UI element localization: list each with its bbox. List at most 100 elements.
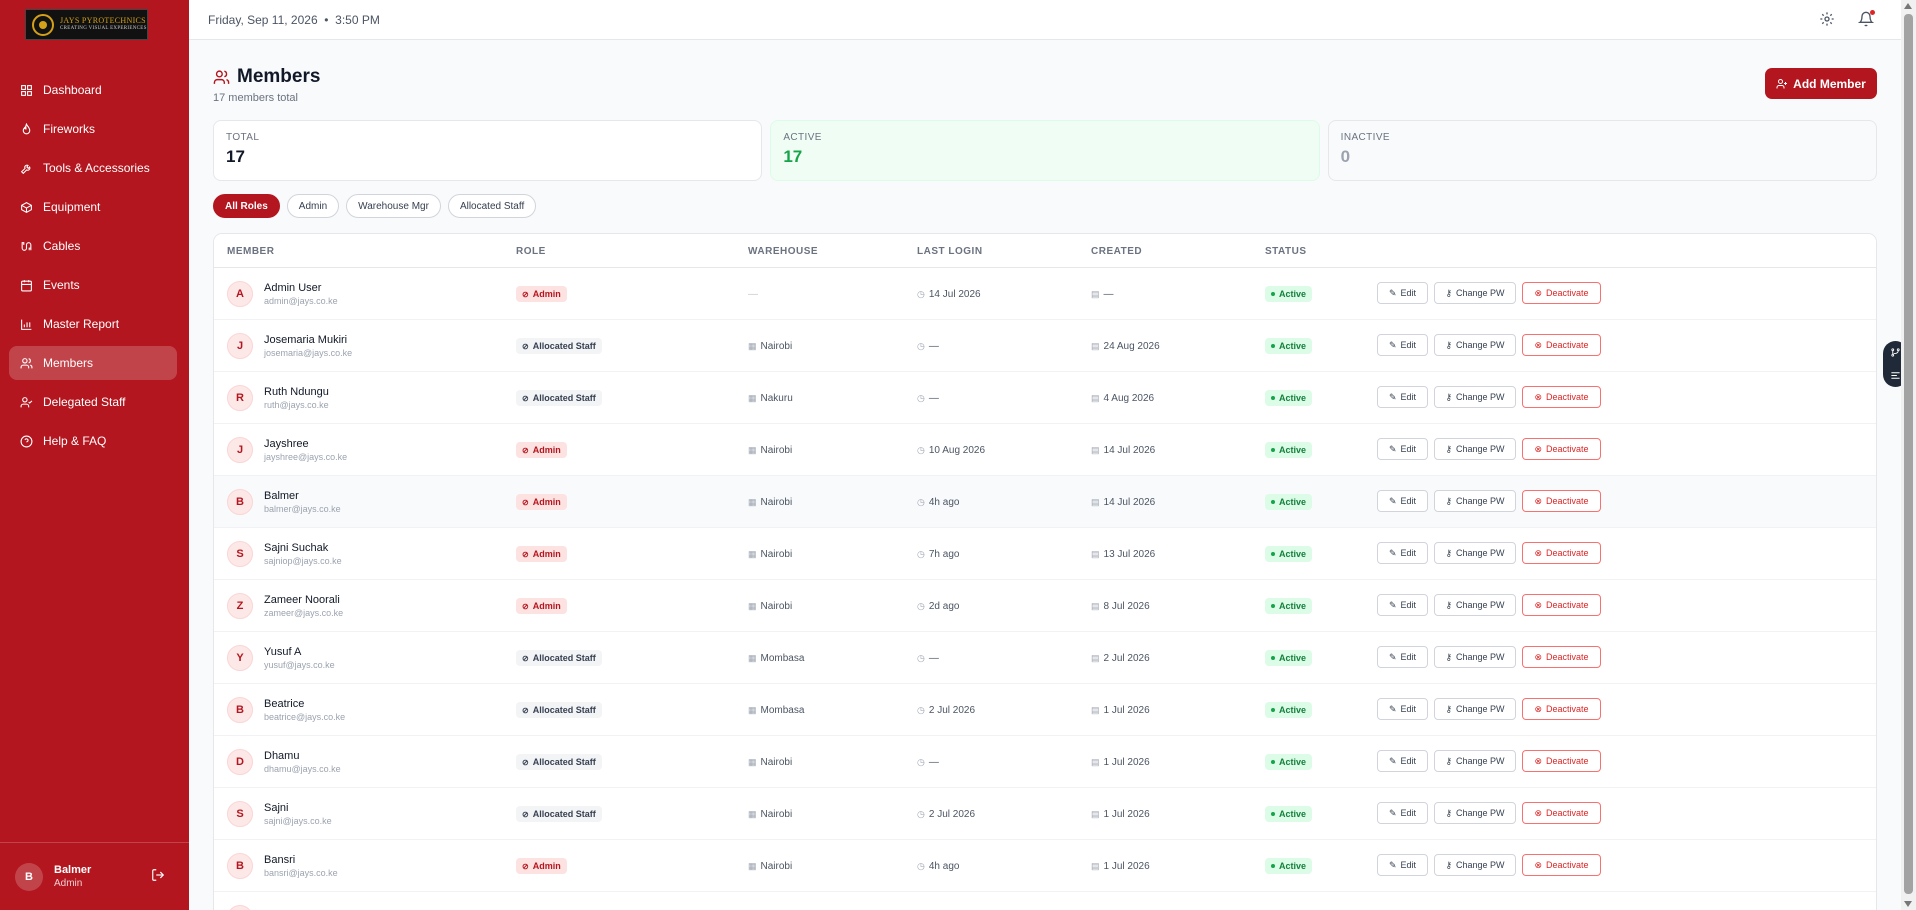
eye-off-icon: ⊗ [1534,859,1542,870]
edit-button[interactable]: ✎ Edit [1377,646,1428,668]
edit-button[interactable]: ✎ Edit [1377,490,1428,512]
member-avatar: B [227,697,253,723]
table-row: A Admin User admin@jays.co.ke ⊘ Admin — ◷ 14 Ju… [214,268,1876,320]
scroll-thumb[interactable] [1904,14,1913,894]
warehouse-building-icon: ▦ [748,392,757,403]
deactivate-label: Deactivate [1546,496,1589,506]
sidebar-item-events[interactable]: Events [9,268,177,302]
clock-icon: ◷ [917,652,925,663]
change-password-button[interactable]: ⚷ Change PW [1434,282,1516,304]
pencil-icon: ✎ [1388,339,1397,350]
sidebar-item-label: Tools & Accessories [43,161,150,175]
deactivate-button[interactable]: ⊗ Deactivate [1522,594,1601,616]
edit-button[interactable]: ✎ Edit [1377,386,1428,408]
branch-icon[interactable] [1890,347,1901,358]
logout-icon[interactable] [151,868,165,882]
notification-bell-icon[interactable] [1857,10,1875,27]
add-member-label: Add Member [1793,76,1866,91]
calendar-icon: ▤ [1091,548,1100,559]
deactivate-button[interactable]: ⊗ Deactivate [1522,542,1601,564]
deactivate-button[interactable]: ⊗ Deactivate [1522,386,1601,408]
users-icon [20,357,33,370]
edit-button[interactable]: ✎ Edit [1377,802,1428,824]
filter-admin[interactable]: Admin [286,194,340,218]
deactivate-button[interactable]: ⊗ Deactivate [1522,282,1601,304]
change-password-button[interactable]: ⚷ Change PW [1434,490,1516,512]
scroll-up-arrow-icon[interactable] [1904,3,1912,9]
member-email: ruth@jays.co.ke [264,400,329,410]
filter-all-roles[interactable]: All Roles [213,194,280,218]
edit-button[interactable]: ✎ Edit [1377,854,1428,876]
change-password-button[interactable]: ⚷ Change PW [1434,594,1516,616]
sidebar-item-fireworks[interactable]: Fireworks [9,112,177,146]
add-member-button[interactable]: Add Member [1765,68,1877,99]
sidebar-item-label: Help & FAQ [43,434,107,448]
pencil-icon: ✎ [1388,703,1397,714]
calendar-icon: ▤ [1091,652,1100,663]
list-settings-icon[interactable] [1890,370,1901,381]
deactivate-button[interactable]: ⊗ Deactivate [1522,698,1601,720]
sidebar-item-equipment[interactable]: Equipment [9,190,177,224]
warehouse-building-icon: ▦ [748,756,757,767]
avatar: B [15,862,43,891]
brand-logo[interactable]: JAYS PYROTECHNICS CREATING VISUAL EXPERI… [25,9,148,40]
sidebar-item-master-report[interactable]: Master Report [9,307,177,341]
deactivate-button[interactable]: ⊗ Deactivate [1522,646,1601,668]
deactivate-label: Deactivate [1546,548,1589,558]
change-password-button[interactable]: ⚷ Change PW [1434,386,1516,408]
sidebar-item-dashboard[interactable]: Dashboard [9,73,177,107]
key-icon: ⚷ [1445,755,1453,766]
edit-button[interactable]: ✎ Edit [1377,282,1428,304]
sidebar-item-delegated-staff[interactable]: Delegated Staff [9,385,177,419]
edit-button[interactable]: ✎ Edit [1377,594,1428,616]
sidebar-item-tools-accessories[interactable]: Tools & Accessories [9,151,177,185]
sidebar-item-help-faq[interactable]: Help & FAQ [9,424,177,458]
warehouse-name: Mombasa [760,704,805,716]
key-icon: ⚷ [1445,807,1453,818]
edit-button[interactable]: ✎ Edit [1377,334,1428,356]
table-row: S Sajni Suchak sajniop@jays.co.ke ⊘ Admin ▦ Na… [214,528,1876,580]
eye-off-icon: ⊗ [1534,807,1542,818]
change-password-button[interactable]: ⚷ Change PW [1434,854,1516,876]
edit-label: Edit [1400,444,1417,454]
deactivate-button[interactable]: ⊗ Deactivate [1522,854,1601,876]
page-scrollbar[interactable] [1901,0,1916,910]
deactivate-label: Deactivate [1546,600,1589,610]
warehouse-name: — [748,288,758,300]
sidebar-item-cables[interactable]: Cables [9,229,177,263]
deactivate-button[interactable]: ⊗ Deactivate [1522,334,1601,356]
change-password-button[interactable]: ⚷ Change PW [1434,438,1516,460]
edit-button[interactable]: ✎ Edit [1377,750,1428,772]
change-password-button[interactable]: ⚷ Change PW [1434,646,1516,668]
change-pw-label: Change PW [1456,340,1505,350]
status-badge: Active [1265,754,1313,770]
stat-inactive: INACTIVE 0 [1327,120,1877,181]
change-password-button[interactable]: ⚷ Change PW [1434,542,1516,564]
role-badge: ⊘ Admin [516,286,567,302]
edit-button[interactable]: ✎ Edit [1377,438,1428,460]
change-password-button[interactable]: ⚷ Change PW [1434,750,1516,772]
sidebar-item-members[interactable]: Members [9,346,177,380]
scroll-down-arrow-icon[interactable] [1904,901,1912,907]
edit-button[interactable]: ✎ Edit [1377,698,1428,720]
change-password-button[interactable]: ⚷ Change PW [1434,334,1516,356]
deactivate-button[interactable]: ⊗ Deactivate [1522,802,1601,824]
member-avatar: B [227,489,253,515]
deactivate-button[interactable]: ⊗ Deactivate [1522,750,1601,772]
filter-allocated-staff[interactable]: Allocated Staff [447,194,537,218]
member-avatar: J [227,333,253,359]
change-password-button[interactable]: ⚷ Change PW [1434,802,1516,824]
table-row: J Jayshree jayshree@jays.co.ke ⊘ Admin ▦ Nairo… [214,424,1876,476]
change-password-button[interactable]: ⚷ Change PW [1434,698,1516,720]
warehouse-building-icon: ▦ [748,860,757,871]
filter-warehouse-mgr[interactable]: Warehouse Mgr [346,194,441,218]
deactivate-button[interactable]: ⊗ Deactivate [1522,490,1601,512]
created-date: 13 Jul 2026 [1103,548,1156,560]
deactivate-button[interactable]: ⊗ Deactivate [1522,438,1601,460]
edit-button[interactable]: ✎ Edit [1377,542,1428,564]
settings-gear-icon[interactable] [1819,11,1835,27]
change-pw-label: Change PW [1456,756,1505,766]
calendar-icon: ▤ [1091,392,1100,403]
role-shield-icon: ⊘ [522,653,529,663]
box-icon [20,201,33,214]
